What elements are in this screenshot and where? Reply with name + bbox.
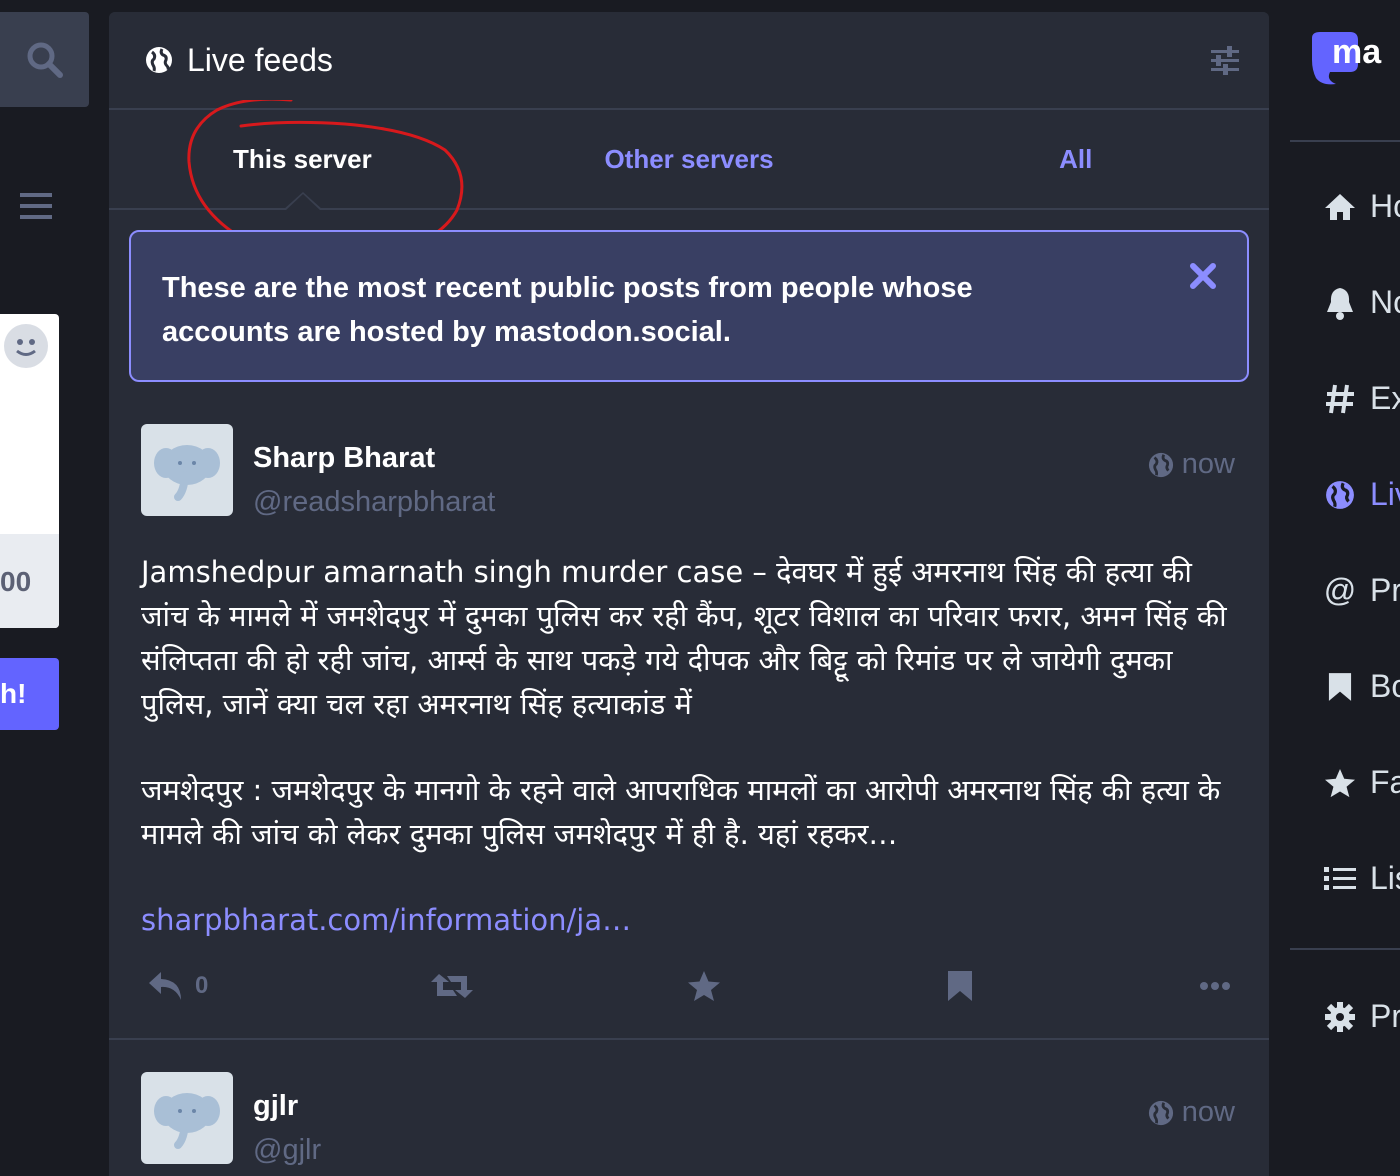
compose-card: 00 (0, 314, 59, 628)
account-handle[interactable]: @readsharpbharat (253, 486, 495, 519)
nav-item-private-mentions[interactable]: @ Pr (1322, 572, 1400, 609)
time-text: now (1181, 1096, 1235, 1128)
nav-item-notifications[interactable]: No (1322, 284, 1400, 321)
display-name[interactable]: Sharp Bharat (253, 442, 435, 475)
nav-item-live-feeds[interactable]: Liv (1322, 476, 1400, 513)
active-tab-indicator (283, 192, 323, 211)
globe-icon (146, 47, 172, 73)
retweet-icon (431, 974, 473, 998)
nav-item-preferences[interactable]: Pr (1322, 998, 1400, 1035)
publish-button[interactable]: h! (0, 658, 59, 730)
more-button[interactable] (1199, 970, 1231, 1002)
hamburger-menu-icon[interactable] (18, 188, 54, 224)
account-handle[interactable]: @gjlr (253, 1134, 321, 1167)
elephant-icon (154, 1093, 220, 1149)
nav-item-bookmarks[interactable]: Bo (1322, 668, 1400, 705)
ellipsis-icon (1200, 982, 1230, 990)
bookmark-icon (1328, 672, 1352, 701)
star-icon (1325, 768, 1355, 797)
status-paragraph: Jamshedpur amarnath singh murder case – … (141, 555, 1227, 721)
status-timestamp[interactable]: now (1148, 1096, 1235, 1129)
status-divider (109, 1038, 1269, 1040)
character-counter: 00 (0, 566, 32, 597)
banner-text: These are the most recent public posts f… (162, 272, 973, 348)
tab-all[interactable]: All (882, 110, 1269, 208)
bookmark-icon (948, 971, 972, 1001)
nav-label: Pr (1370, 572, 1400, 608)
feed-tabs: This server Other servers All (109, 110, 1269, 211)
elephant-icon (154, 445, 220, 501)
bell-icon (1327, 287, 1353, 320)
nav-separator (1290, 140, 1400, 142)
tab-other-servers[interactable]: Other servers (496, 110, 883, 208)
display-name[interactable]: gjlr (253, 1090, 298, 1123)
live-feeds-column: Live feeds This server Other servers All… (109, 12, 1269, 1176)
nav-item-lists[interactable]: Lis (1322, 860, 1400, 897)
boost-button[interactable] (431, 970, 473, 1002)
avatar[interactable] (141, 1072, 233, 1164)
nav-label: Bo (1370, 668, 1400, 704)
reply-count: 0 (195, 972, 209, 999)
time-text: now (1181, 448, 1235, 480)
at-icon: @ (1323, 572, 1357, 608)
nav-label: Liv (1370, 476, 1400, 512)
nav-label: Ho (1370, 188, 1400, 224)
reply-button[interactable]: 0 (147, 970, 208, 1002)
close-icon[interactable] (1189, 262, 1217, 290)
reply-icon (149, 972, 181, 1000)
status-link[interactable]: sharpbharat.com/information/ja… (141, 903, 631, 937)
status-content: Jamshedpur amarnath singh murder case – … (141, 550, 1241, 984)
home-icon (1325, 193, 1355, 220)
favourite-button[interactable] (687, 970, 721, 1002)
info-banner: These are the most recent public posts f… (129, 230, 1249, 382)
sliders-icon (1211, 46, 1239, 75)
globe-icon (1148, 452, 1173, 477)
list-icon (1324, 866, 1356, 890)
status-actions: 0 (141, 970, 1241, 1020)
bookmark-button[interactable] (947, 970, 973, 1002)
search-icon (27, 42, 63, 78)
globe-icon (1148, 1100, 1173, 1125)
svg-text:ma: ma (1332, 33, 1382, 71)
nav-label: Lis (1370, 860, 1400, 896)
nav-label: Pr (1370, 998, 1400, 1034)
star-icon (688, 971, 720, 1001)
nav-label: Ex (1370, 380, 1400, 416)
status-paragraph: जमशेदपुर : जमशेदपुर के मानगो के रहने वाल… (141, 773, 1221, 851)
nav-label: Fa (1370, 764, 1400, 800)
column-title: Live feeds (187, 41, 333, 78)
nav-separator (1290, 948, 1400, 950)
status-timestamp[interactable]: now (1148, 448, 1235, 481)
globe-icon (1326, 480, 1354, 509)
nav-item-favourites[interactable]: Fa (1322, 764, 1400, 801)
emoji-icon[interactable] (4, 324, 48, 368)
hashtag-icon (1326, 384, 1354, 413)
nav-item-explore[interactable]: Ex (1322, 380, 1400, 417)
avatar[interactable] (141, 424, 233, 516)
nav-label: No (1370, 284, 1400, 320)
column-header: Live feeds (109, 12, 1269, 110)
column-settings-button[interactable] (1209, 46, 1241, 76)
nav-item-home[interactable]: Ho (1322, 188, 1400, 225)
gear-icon (1325, 1001, 1355, 1032)
search-button[interactable] (0, 12, 89, 107)
mastodon-logo[interactable]: ma (1308, 30, 1400, 97)
